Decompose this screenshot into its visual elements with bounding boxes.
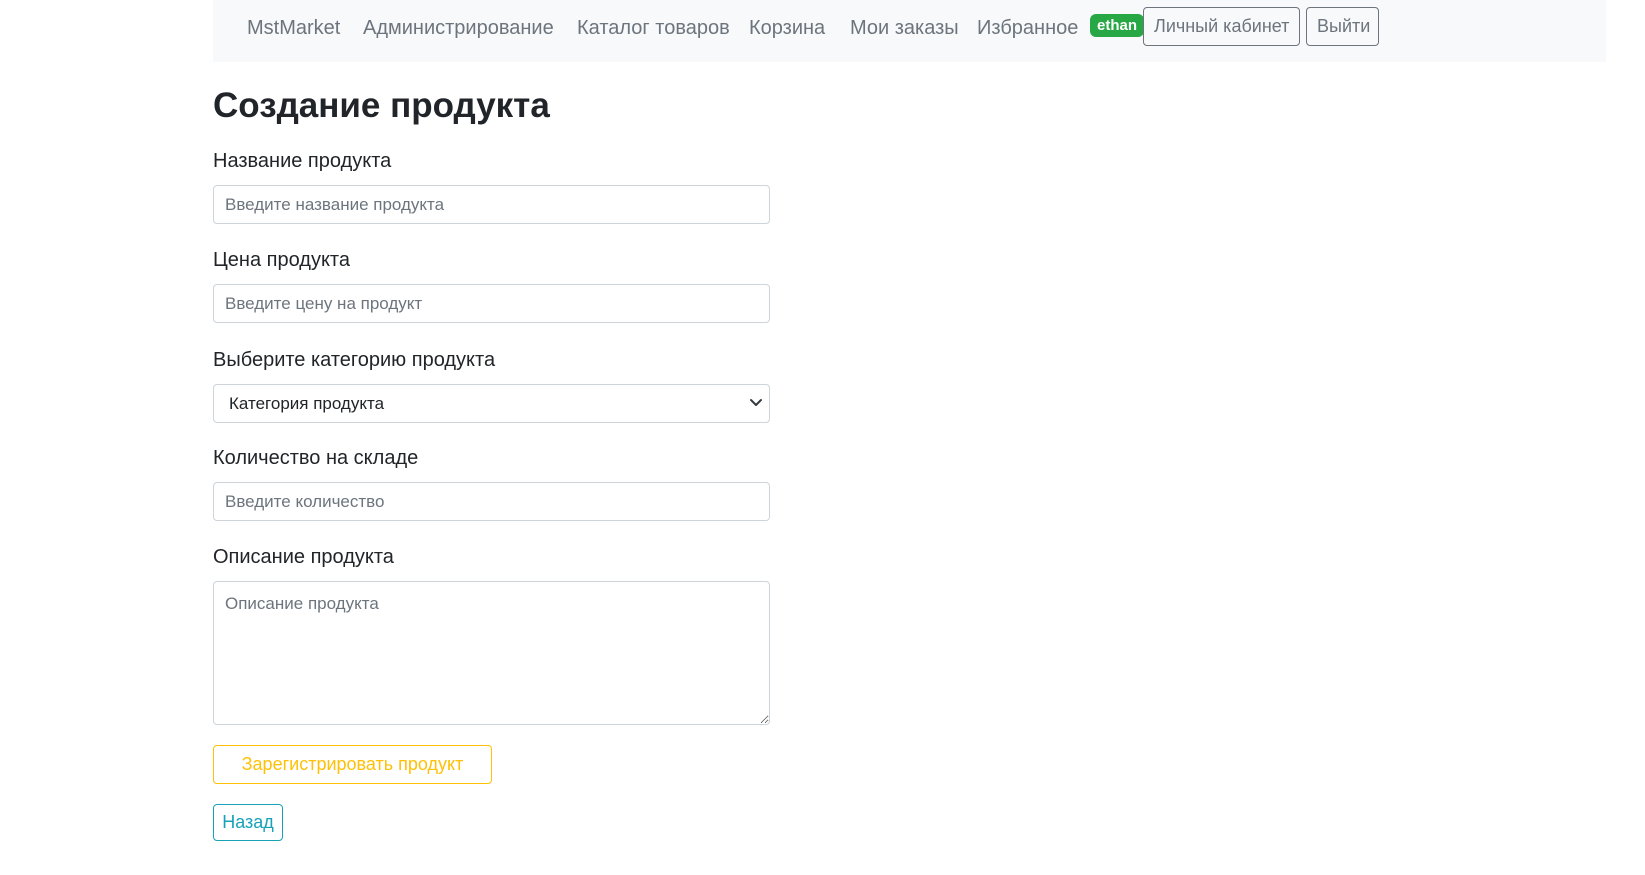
product-category-select[interactable]: Категория продукта bbox=[213, 384, 770, 423]
product-description-textarea[interactable] bbox=[213, 581, 770, 725]
stock-quantity-label: Количество на складе bbox=[213, 447, 419, 469]
brand-link[interactable]: MstMarket bbox=[247, 16, 340, 40]
top-navbar: MstMarket Администрирование Каталог това… bbox=[213, 0, 1606, 62]
stock-quantity-input[interactable] bbox=[213, 482, 770, 521]
user-badge: ethan bbox=[1090, 14, 1145, 37]
product-name-input[interactable] bbox=[213, 185, 770, 224]
nav-link-orders[interactable]: Мои заказы bbox=[850, 16, 959, 40]
nav-link-favorites[interactable]: Избранное bbox=[977, 16, 1078, 40]
page-title: Создание продукта bbox=[213, 86, 550, 125]
product-category-label: Выберите категорию продукта bbox=[213, 349, 496, 371]
profile-button[interactable]: Личный кабинет bbox=[1143, 7, 1300, 46]
nav-link-admin[interactable]: Администрирование bbox=[363, 16, 554, 40]
product-description-label: Описание продукта bbox=[213, 546, 394, 568]
chevron-down-icon bbox=[750, 399, 762, 406]
product-price-label: Цена продукта bbox=[213, 249, 350, 271]
back-button[interactable]: Назад bbox=[213, 804, 283, 841]
logout-button[interactable]: Выйти bbox=[1306, 7, 1379, 46]
nav-link-catalog[interactable]: Каталог товаров bbox=[577, 16, 730, 40]
nav-link-cart[interactable]: Корзина bbox=[749, 16, 825, 40]
register-product-button[interactable]: Зарегистрировать продукт bbox=[213, 745, 492, 784]
category-selected-value: Категория продукта bbox=[229, 394, 385, 413]
product-price-input[interactable] bbox=[213, 284, 770, 323]
product-name-label: Название продукта bbox=[213, 150, 392, 172]
